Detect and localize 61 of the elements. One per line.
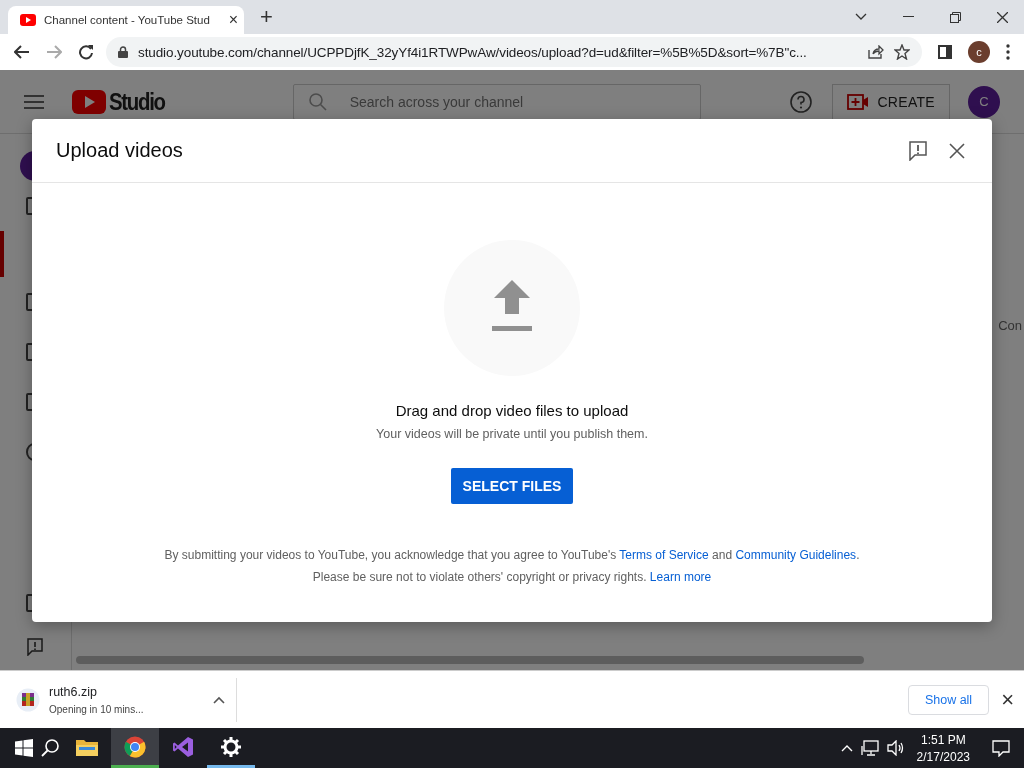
windows-start-icon[interactable] [15, 739, 33, 757]
star-icon[interactable] [894, 44, 910, 60]
infinity-logo-icon [172, 735, 194, 758]
feedback-icon[interactable] [909, 140, 927, 161]
channel-avatar[interactable]: C [968, 85, 1000, 118]
back-arrow-icon[interactable] [14, 45, 30, 59]
settings-icon [221, 736, 241, 757]
chevron-down-icon[interactable] [855, 13, 867, 21]
close-icon[interactable] [997, 11, 1008, 23]
search-icon[interactable] [41, 739, 59, 757]
help-icon[interactable] [790, 90, 813, 113]
search-field[interactable]: Search across your channel [292, 83, 701, 120]
taskbar-clock[interactable]: 1:51 PM 2/17/2023 [916, 732, 970, 764]
download-file-name: ruth6.zip [49, 684, 98, 699]
notification-icon[interactable] [992, 739, 1010, 757]
legal-text: Please be sure not to violate others' copyright or privacy rights. Learn more [312, 570, 712, 584]
menu-icon[interactable] [1006, 44, 1010, 60]
address-bar[interactable]: studio.youtube.com/channel/UCPPDjfK_32yYf4i1RTWPwAw/videos/upload?d=ud&filter=%5B%5D&sort=%7B"c... [106, 37, 922, 67]
clock-date: 2/17/2023 [916, 749, 970, 764]
reload-icon[interactable] [78, 44, 94, 60]
play-logo-icon [20, 14, 36, 26]
browser-tab[interactable]: Channel content - YouTube Stud × [8, 6, 244, 34]
upload-icon[interactable] [444, 240, 580, 376]
search-icon [308, 92, 327, 111]
clock-time: 1:51 PM [920, 732, 966, 747]
chevron-up-icon[interactable] [213, 695, 225, 704]
lock-icon [118, 46, 128, 58]
legal-text: By submitting your videos to YouTube, you acknowledge that you agree to YouTube's Terms of Service and Community Guidelines. [164, 548, 860, 562]
scrollbar[interactable] [76, 656, 864, 664]
link[interactable]: Terms of Service [619, 548, 709, 562]
show-all-button[interactable]: Show all [907, 684, 990, 715]
studio-logo-text: Studio [109, 87, 165, 116]
feedback-icon[interactable] [27, 638, 43, 656]
drop-instruction: Drag and drop video files to upload [395, 402, 629, 419]
side-panel-icon[interactable] [938, 45, 952, 59]
new-tab-button[interactable]: + [260, 4, 273, 30]
download-status: Opening in 10 mins... [49, 703, 145, 715]
video-plus-icon [847, 93, 870, 110]
privacy-note: Your videos will be private until you publish them. [376, 427, 648, 441]
link[interactable]: Learn more [649, 570, 712, 584]
play-logo-icon [72, 89, 106, 114]
close-button[interactable]: × [1001, 686, 1014, 713]
active-nav-marker [0, 231, 4, 277]
share-icon[interactable] [868, 45, 884, 59]
select-files-button[interactable]: SELECT FILES [451, 468, 573, 504]
chrome-logo-icon [124, 735, 146, 758]
create-button[interactable]: CREATE [832, 83, 950, 120]
column-heading: Con [998, 318, 1022, 333]
archive-icon [16, 687, 40, 712]
profile-avatar[interactable]: c [968, 41, 990, 63]
tab-close-button[interactable]: × [228, 11, 238, 29]
tab-title: Channel content - YouTube Stud [44, 14, 211, 26]
restore-icon[interactable] [950, 11, 961, 23]
speaker-icon[interactable] [886, 740, 905, 756]
minimize-icon[interactable] [903, 16, 914, 18]
folder-icon [76, 737, 98, 756]
dialog-title: Upload videos [56, 139, 184, 162]
network-icon[interactable] [860, 740, 879, 756]
taskbar-app[interactable] [111, 728, 159, 768]
close-icon[interactable] [949, 142, 965, 159]
url-text: studio.youtube.com/channel/UCPPDjfK_32yYf4i1RTWPwAw/videos/upload?d=ud&filter=%5B%5D&sort=%7B"c... [138, 44, 808, 60]
